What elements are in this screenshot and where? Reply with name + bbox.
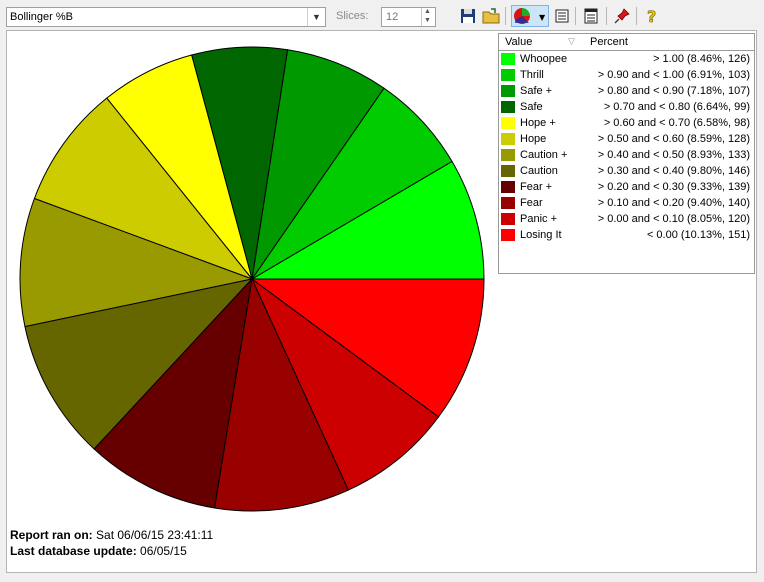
chevron-down-icon[interactable]: ▼ bbox=[307, 8, 325, 26]
legend-swatch bbox=[501, 197, 515, 209]
dropdown-arrow-icon: ▼ bbox=[539, 13, 546, 22]
toolbar: Bollinger %B ▼ Slices: 12 ▲ ▼ ▼ ? bbox=[0, 0, 764, 30]
legend-header-value[interactable]: Value bbox=[505, 36, 532, 48]
legend-swatch bbox=[501, 85, 515, 97]
open-folder-icon bbox=[482, 8, 500, 24]
legend-row[interactable]: Hope + > 0.60 and < 0.70 (6.58%, 98) bbox=[499, 115, 754, 131]
legend-swatch bbox=[501, 69, 515, 81]
legend-swatch bbox=[501, 101, 515, 113]
legend-percent: > 1.00 (8.46%, 126) bbox=[653, 53, 750, 65]
legend-name: Safe bbox=[520, 101, 543, 113]
stepper-down-icon[interactable]: ▼ bbox=[424, 17, 431, 25]
toolbar-separator bbox=[636, 7, 637, 25]
update-label: Last database update: bbox=[10, 544, 137, 558]
save-button[interactable] bbox=[458, 6, 480, 26]
legend-row[interactable]: Thrill > 0.90 and < 1.00 (6.91%, 103) bbox=[499, 67, 754, 83]
report-footer: Report ran on: Sat 06/06/15 23:41:11 Las… bbox=[10, 527, 213, 559]
legend-row[interactable]: Caution > 0.30 and < 0.40 (9.80%, 146) bbox=[499, 163, 754, 179]
legend-name: Fear bbox=[520, 197, 543, 209]
stepper-up-icon[interactable]: ▲ bbox=[424, 8, 431, 16]
detail-view-button[interactable] bbox=[581, 6, 603, 26]
legend-rows: Whoopee > 1.00 (8.46%, 126) Thrill > 0.90 a… bbox=[499, 51, 754, 243]
indicator-select-value: Bollinger %B bbox=[10, 11, 73, 23]
legend-percent: > 0.80 and < 0.90 (7.18%, 107) bbox=[597, 85, 750, 97]
legend-percent: > 0.70 and < 0.80 (6.64%, 99) bbox=[603, 101, 750, 113]
svg-text:?: ? bbox=[647, 7, 656, 26]
legend-row[interactable]: Losing It < 0.00 (10.13%, 151) bbox=[499, 227, 754, 243]
chart-panel: Value ▽ Percent Whoopee > 1.00 (8.46%, 12… bbox=[6, 30, 757, 573]
legend-row[interactable]: Fear + > 0.20 and < 0.30 (9.33%, 139) bbox=[499, 179, 754, 195]
legend-row[interactable]: Fear > 0.10 and < 0.20 (9.40%, 140) bbox=[499, 195, 754, 211]
legend-name: Hope bbox=[520, 133, 547, 145]
toolbar-separator bbox=[606, 7, 607, 25]
legend-swatch bbox=[501, 53, 515, 65]
legend-percent: > 0.30 and < 0.40 (9.80%, 146) bbox=[597, 165, 750, 177]
update-line: Last database update: 06/05/15 bbox=[10, 543, 213, 559]
legend-percent: > 0.00 and < 0.10 (8.05%, 120) bbox=[597, 213, 750, 225]
report-line: Report ran on: Sat 06/06/15 23:41:11 bbox=[10, 527, 213, 543]
pie-chart bbox=[19, 46, 485, 512]
list-icon bbox=[555, 9, 569, 23]
open-button[interactable] bbox=[481, 6, 503, 26]
report-value: Sat 06/06/15 23:41:11 bbox=[96, 528, 214, 542]
legend-header: Value ▽ Percent bbox=[499, 34, 754, 51]
help-button[interactable]: ? bbox=[642, 6, 664, 26]
legend-name: Thrill bbox=[520, 69, 544, 81]
legend-swatch bbox=[501, 181, 515, 193]
toolbar-separator bbox=[575, 7, 576, 25]
legend-row[interactable]: Safe > 0.70 and < 0.80 (6.64%, 99) bbox=[499, 99, 754, 115]
legend-percent: > 0.50 and < 0.60 (8.59%, 128) bbox=[597, 133, 750, 145]
slices-value: 12 bbox=[386, 11, 399, 23]
legend-percent: > 0.90 and < 1.00 (6.91%, 103) bbox=[597, 69, 750, 81]
legend-row[interactable]: Safe + > 0.80 and < 0.90 (7.18%, 107) bbox=[499, 83, 754, 99]
legend-name: Fear + bbox=[520, 181, 553, 193]
toolbar-separator bbox=[505, 7, 506, 25]
legend-swatch bbox=[501, 165, 515, 177]
help-icon: ? bbox=[647, 7, 657, 26]
legend-swatch bbox=[501, 229, 515, 241]
pin-button[interactable] bbox=[612, 6, 634, 26]
list-detail-icon bbox=[584, 8, 598, 24]
legend-swatch bbox=[501, 133, 515, 145]
slices-label: Slices: bbox=[336, 10, 369, 22]
legend-swatch bbox=[501, 117, 515, 129]
pin-icon bbox=[614, 8, 630, 24]
legend-row[interactable]: Caution + > 0.40 and < 0.50 (8.93%, 133) bbox=[499, 147, 754, 163]
legend-percent: > 0.20 and < 0.30 (9.33%, 139) bbox=[597, 181, 750, 193]
legend-percent: < 0.00 (10.13%, 151) bbox=[646, 229, 750, 241]
slices-stepper[interactable]: 12 ▲ ▼ bbox=[381, 7, 436, 27]
report-label: Report ran on: bbox=[10, 528, 93, 542]
legend: Value ▽ Percent Whoopee > 1.00 (8.46%, 12… bbox=[498, 33, 755, 274]
legend-name: Safe + bbox=[520, 85, 553, 97]
save-icon bbox=[461, 9, 475, 23]
legend-row[interactable]: Whoopee > 1.00 (8.46%, 126) bbox=[499, 51, 754, 67]
chart-type-button[interactable]: ▼ bbox=[511, 5, 549, 27]
legend-percent: > 0.40 and < 0.50 (8.93%, 133) bbox=[597, 149, 750, 161]
stepper-buttons[interactable]: ▲ ▼ bbox=[421, 8, 435, 26]
indicator-select[interactable]: Bollinger %B ▼ bbox=[6, 7, 326, 27]
legend-percent: > 0.60 and < 0.70 (6.58%, 98) bbox=[603, 117, 750, 129]
legend-swatch bbox=[501, 149, 515, 161]
legend-row[interactable]: Panic + > 0.00 and < 0.10 (8.05%, 120) bbox=[499, 211, 754, 227]
legend-swatch bbox=[501, 213, 515, 225]
legend-header-percent[interactable]: Percent bbox=[590, 36, 628, 48]
pie-chart-icon: ▼ bbox=[514, 8, 546, 24]
list-view-button[interactable] bbox=[552, 6, 574, 26]
update-value: 06/05/15 bbox=[140, 544, 187, 558]
sort-icon: ▽ bbox=[568, 36, 575, 46]
legend-percent: > 0.10 and < 0.20 (9.40%, 140) bbox=[597, 197, 750, 209]
legend-row[interactable]: Hope > 0.50 and < 0.60 (8.59%, 128) bbox=[499, 131, 754, 147]
